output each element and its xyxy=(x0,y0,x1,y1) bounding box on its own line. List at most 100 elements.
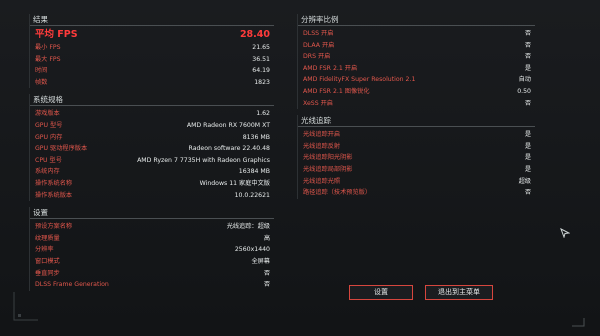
settings-header: 设置 xyxy=(30,207,274,220)
stat-label: 帧数 xyxy=(35,78,48,86)
scaling-row: DLAA 开启 否 xyxy=(298,40,535,52)
exit-to-main-menu-button[interactable]: 退出到主菜单 xyxy=(425,285,493,300)
stat-label: 时间 xyxy=(35,67,48,75)
rt-value: 否 xyxy=(524,189,531,197)
spec-label: GPU 驱动程序版本 xyxy=(35,145,88,153)
scaling-row: AMD FSR 2.1 开启 是 xyxy=(298,63,535,75)
spec-label: GPU 内存 xyxy=(35,133,63,141)
rt-label: 光线追踪阳光阴影 xyxy=(303,154,353,162)
ray-tracing-header: 光线追踪 xyxy=(298,115,535,128)
stat-value: 21.65 xyxy=(252,44,270,51)
scaling-label: DRS 开启 xyxy=(303,53,331,61)
rt-row: 路径追踪（技术预览版） 否 xyxy=(298,187,535,199)
rt-value: 是 xyxy=(524,142,531,150)
setting-row: 纹理质量 高 xyxy=(30,233,274,245)
scaling-value: 0.50 xyxy=(517,87,531,95)
resolution-scaling-section: 分辨率比例 DLSS 开启否 DLAA 开启否 DRS 开启否 AMD FSR … xyxy=(297,14,535,110)
spec-label: 系统内存 xyxy=(35,168,60,176)
spec-value: 8136 MB xyxy=(242,133,270,141)
results-header: 结果 xyxy=(30,14,274,26)
cursor-icon xyxy=(560,228,570,238)
stat-row: 帧数 1823 xyxy=(30,77,274,89)
spec-label: 操作系统版本 xyxy=(35,191,73,199)
ray-tracing-section: 光线追踪 光线追踪开启是 光线追踪反射是 光线追踪阳光阴影是 光线追踪局部阴影是… xyxy=(297,115,535,199)
results-section: 结果 平均 FPS 28.40 最小 FPS 21.65 最大 FPS 36.51 … xyxy=(29,14,274,89)
resolution-scaling-header: 分辨率比例 xyxy=(298,14,535,26)
setting-value: 否 xyxy=(263,281,270,289)
rt-row: 光线追踪局部阴影 是 xyxy=(298,164,535,176)
corner-marker-icon xyxy=(572,318,585,327)
scaling-label: DLSS 开启 xyxy=(303,30,334,37)
setting-row: 垂直同步 否 xyxy=(30,268,274,280)
setting-row: 预设方案名称 光线追踪：超级 xyxy=(30,221,274,233)
spec-row: CPU 型号 AMD Ryzen 7 7735H with Radeon Grap… xyxy=(30,155,274,167)
setting-label: 窗口模式 xyxy=(35,257,60,265)
rt-label: 光线追踪局部阴影 xyxy=(303,165,353,173)
setting-label: 预设方案名称 xyxy=(35,223,73,231)
avg-fps-value: 28.40 xyxy=(239,29,270,40)
spec-value: 16384 MB xyxy=(238,168,270,176)
scaling-value: 是 xyxy=(524,64,531,72)
stat-row: 最大 FPS 36.51 xyxy=(30,54,274,66)
scaling-value: 否 xyxy=(524,53,531,61)
rt-label: 光线追踪光照 xyxy=(303,177,341,185)
settings-section: 设置 预设方案名称 光线追踪：超级 纹理质量 高 分辨率 2560x1440 窗口模式… xyxy=(29,207,274,291)
stat-value: 64.19 xyxy=(252,67,270,75)
setting-value: 否 xyxy=(263,269,270,277)
rt-row: 光线追踪反射 是 xyxy=(298,141,535,153)
corner-decoration-icon xyxy=(13,292,38,321)
spec-value: Radeon software 22.40.48 xyxy=(188,145,270,153)
stat-row: 最小 FPS 21.65 xyxy=(30,42,274,54)
scaling-label: AMD FidelityFX Super Resolution 2.1 xyxy=(303,76,416,84)
spec-value: 10.0.22621 xyxy=(234,191,270,199)
scaling-label: XeSS 开启 xyxy=(303,99,333,107)
stat-value: 36.51 xyxy=(252,55,270,63)
setting-label: 分辨率 xyxy=(35,246,54,254)
spec-row: GPU 型号 AMD Radeon RX 7600M XT xyxy=(30,120,274,132)
rt-row: 光线追踪开启 是 xyxy=(298,129,535,141)
stat-row: 时间 64.19 xyxy=(30,65,274,77)
scaling-row: AMD FSR 2.1 图像锐化 0.50 xyxy=(298,86,535,98)
benchmark-results-screen: 结果 平均 FPS 28.40 最小 FPS 21.65 最大 FPS 36.51 … xyxy=(0,0,600,336)
spec-label: 游戏版本 xyxy=(35,110,60,118)
scaling-label: DLAA 开启 xyxy=(303,41,335,49)
settings-button[interactable]: 设置 xyxy=(349,285,413,300)
scaling-label: AMD FSR 2.1 开启 xyxy=(303,64,358,72)
setting-row: 分辨率 2560x1440 xyxy=(30,244,274,256)
scaling-row: DLSS 开启 否 xyxy=(298,28,535,40)
setting-value: 光线追踪：超级 xyxy=(226,223,270,231)
rt-row: 光线追踪光照 超级 xyxy=(298,176,535,188)
spec-value: 1.62 xyxy=(256,110,270,118)
rt-label: 路径追踪（技术预览版） xyxy=(303,189,372,197)
avg-fps-row: 平均 FPS 28.40 xyxy=(30,28,274,42)
setting-value: 全屏幕 xyxy=(251,257,270,265)
setting-label: DLSS Frame Generation xyxy=(35,281,109,289)
system-header: 系统规格 xyxy=(30,94,274,107)
right-column: 分辨率比例 DLSS 开启否 DLAA 开启否 DRS 开启否 AMD FSR … xyxy=(297,14,535,199)
rt-value: 是 xyxy=(524,131,531,139)
setting-value: 高 xyxy=(263,234,270,242)
scaling-value: 自动 xyxy=(518,76,531,84)
rt-row: 光线追踪阳光阴影 是 xyxy=(298,152,535,164)
spec-row: GPU 内存 8136 MB xyxy=(30,132,274,144)
scaling-label: AMD FSR 2.1 图像锐化 xyxy=(303,87,370,95)
stat-label: 最大 FPS xyxy=(35,55,61,63)
rt-value: 是 xyxy=(524,165,531,173)
scaling-value: 否 xyxy=(524,30,531,37)
spec-row: 操作系统版本 10.0.22621 xyxy=(30,190,274,202)
scaling-row: XeSS 开启 否 xyxy=(298,98,535,110)
spec-label: 操作系统名称 xyxy=(35,179,73,187)
spec-row: 系统内存 16384 MB xyxy=(30,166,274,178)
setting-label: 纹理质量 xyxy=(35,234,60,242)
system-section: 系统规格 游戏版本 1.62 GPU 型号 AMD Radeon RX 7600M … xyxy=(29,94,274,202)
setting-value: 2560x1440 xyxy=(234,246,270,254)
left-column: 结果 平均 FPS 28.40 最小 FPS 21.65 最大 FPS 36.51 … xyxy=(29,14,274,291)
rt-value: 是 xyxy=(524,154,531,162)
avg-fps-label: 平均 FPS xyxy=(35,29,78,40)
stat-label: 最小 FPS xyxy=(35,44,61,51)
setting-row: 窗口模式 全屏幕 xyxy=(30,256,274,268)
spec-label: GPU 型号 xyxy=(35,121,63,129)
spec-value: AMD Radeon RX 7600M XT xyxy=(186,121,270,129)
scaling-value: 否 xyxy=(524,41,531,49)
spec-label: CPU 型号 xyxy=(35,156,62,164)
